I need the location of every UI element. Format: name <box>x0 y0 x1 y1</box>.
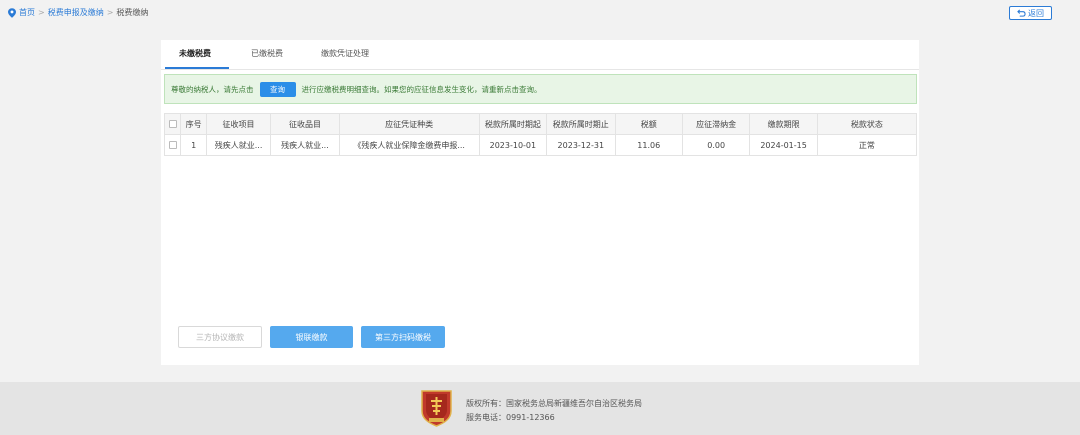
tripartite-payment-button[interactable]: 三方协议缴款 <box>178 326 262 348</box>
table-cell: 0.00 <box>681 134 751 156</box>
row-select-cell[interactable] <box>163 134 182 156</box>
query-button[interactable]: 查询 <box>259 81 296 97</box>
payment-actions: 三方协议缴款 银联缴款 第三方扫码缴税 <box>178 326 445 348</box>
table-header-row: 序号 征收项目 征收品目 应征凭证种类 税款所属时期起 税款所属时期止 税额 应… <box>163 113 918 135</box>
table-cell: 11.06 <box>614 134 683 156</box>
column-header: 税款所属时期起 <box>478 113 548 135</box>
column-header: 序号 <box>180 113 207 135</box>
unpaid-tax-table: 序号 征收项目 征收品目 应征凭证种类 税款所属时期起 税款所属时期止 税额 应… <box>163 113 918 156</box>
column-header: 征收品目 <box>270 113 340 135</box>
back-arrow-icon <box>1017 9 1026 17</box>
back-button[interactable]: 返回 <box>1009 6 1052 20</box>
table-cell: 2024-01-15 <box>749 134 818 156</box>
notice-suffix: 进行应缴税费明细查询。如果您的应征信息发生变化，请重新点击查询。 <box>301 84 542 94</box>
column-header: 税款所属时期止 <box>546 113 616 135</box>
breadcrumb-tax-filing[interactable]: 税费申报及缴纳 <box>48 7 104 18</box>
thirdparty-scan-payment-button[interactable]: 第三方扫码缴税 <box>361 326 445 348</box>
table-cell: 残疾人就业... <box>270 134 340 156</box>
notice-prefix: 尊敬的纳税人，请先点击 <box>171 84 254 94</box>
column-header: 税款状态 <box>816 113 918 135</box>
tax-emblem-logo <box>421 390 452 427</box>
select-all-cell[interactable] <box>163 113 182 135</box>
column-header: 应征滞纳金 <box>681 113 751 135</box>
column-header: 缴款期限 <box>749 113 818 135</box>
unionpay-payment-button[interactable]: 银联缴款 <box>270 326 353 348</box>
column-header: 应征凭证种类 <box>338 113 480 135</box>
column-header: 征收项目 <box>205 113 272 135</box>
column-header: 税额 <box>614 113 683 135</box>
tab-bar: 未缴税费 已缴税费 缴款凭证处理 <box>161 40 919 70</box>
table-cell: 正常 <box>816 134 918 156</box>
table-row[interactable]: 1 残疾人就业... 残疾人就业... 《残疾人就业保障金缴费申报... 202… <box>163 134 918 156</box>
breadcrumb-home[interactable]: 首页 <box>19 7 35 18</box>
footer-copyright: 版权所有：国家税务总局新疆维吾尔自治区税务局 <box>466 399 642 408</box>
active-tab-indicator <box>165 67 229 69</box>
main-panel: 未缴税费 已缴税费 缴款凭证处理 尊敬的纳税人，请先点击 查询 进行应缴税费明细… <box>161 40 919 365</box>
tab-unpaid[interactable]: 未缴税费 <box>179 48 211 59</box>
table-cell: 残疾人就业... <box>205 134 272 156</box>
back-button-label: 返回 <box>1028 8 1044 18</box>
footer-info: 版权所有：国家税务总局新疆维吾尔自治区税务局 服务电话：0991-12366 <box>466 397 642 425</box>
breadcrumb-current: 税费缴纳 <box>116 8 149 17</box>
table-cell: 《残疾人就业保障金缴费申报... <box>338 134 480 156</box>
footer-phone: 服务电话：0991-12366 <box>466 413 555 422</box>
select-all-checkbox[interactable] <box>168 120 177 128</box>
tab-payment-voucher[interactable]: 缴款凭证处理 <box>321 48 369 59</box>
table-cell: 1 <box>180 134 207 156</box>
table-cell: 2023-12-31 <box>546 134 616 156</box>
footer: 版权所有：国家税务总局新疆维吾尔自治区税务局 服务电话：0991-12366 <box>0 382 1080 435</box>
location-pin-icon <box>8 7 16 18</box>
notice-banner: 尊敬的纳税人，请先点击 查询 进行应缴税费明细查询。如果您的应征信息发生变化，请… <box>164 74 917 104</box>
breadcrumb: 首页 > 税费申报及缴纳 > 税费缴纳 <box>8 7 148 18</box>
tab-paid[interactable]: 已缴税费 <box>251 48 283 59</box>
breadcrumb-separator: > <box>106 8 114 17</box>
row-checkbox[interactable] <box>168 141 177 149</box>
breadcrumb-separator: > <box>38 8 45 17</box>
table-cell: 2023-10-01 <box>478 134 548 156</box>
top-bar: 首页 > 税费申报及缴纳 > 税费缴纳 返回 <box>0 0 1080 26</box>
